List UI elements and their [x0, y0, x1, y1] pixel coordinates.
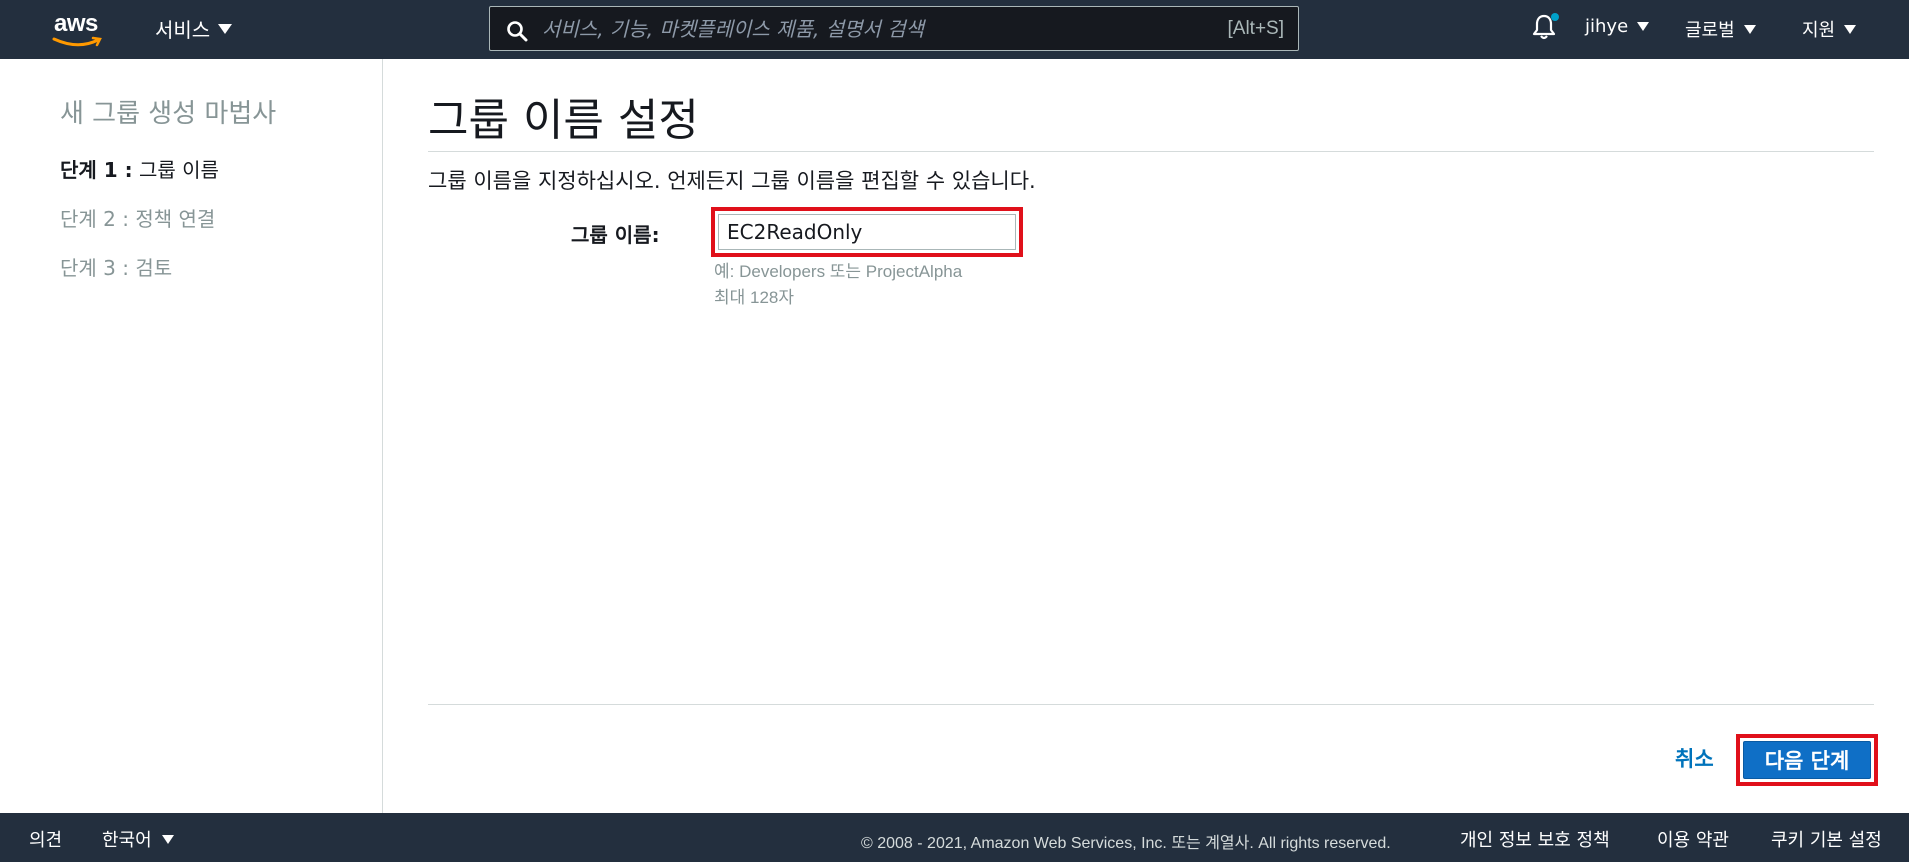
user-label: jihye: [1585, 16, 1629, 37]
step-prefix: 단계 3 :: [60, 256, 129, 280]
search-input[interactable]: [542, 15, 1192, 43]
region-menu[interactable]: 글로벌: [1685, 16, 1756, 42]
wizard-step-1[interactable]: 단계 1 : 그룹 이름: [60, 154, 219, 183]
step-label: 정책 연결: [135, 207, 216, 231]
wizard-sidebar: 새 그룹 생성 마법사 단계 1 : 그룹 이름 단계 2 : 정책 연결 단계…: [0, 59, 383, 813]
services-label: 서비스: [155, 18, 211, 42]
terms-link[interactable]: 이용 약관: [1657, 826, 1729, 852]
caret-down-icon: [1743, 24, 1756, 34]
top-navigation-bar: aws 서비스 [Alt+S] jihye 글로벌 지원: [0, 0, 1909, 59]
title-divider: [428, 151, 1874, 152]
caret-down-icon: [1637, 22, 1650, 31]
group-name-input[interactable]: [718, 214, 1016, 250]
support-menu[interactable]: 지원: [1802, 16, 1857, 42]
feedback-link[interactable]: 의견: [29, 826, 62, 852]
notifications-button[interactable]: [1531, 13, 1559, 45]
language-selector[interactable]: 한국어: [102, 826, 174, 852]
region-label: 글로벌: [1685, 20, 1735, 41]
aws-logo[interactable]: aws: [52, 10, 108, 47]
step-label: 그룹 이름: [139, 158, 219, 182]
wizard-title: 새 그룹 생성 마법사: [60, 99, 277, 129]
privacy-policy-link[interactable]: 개인 정보 보호 정책: [1460, 826, 1610, 852]
group-name-max-length-hint: 최대 128자: [714, 288, 795, 307]
privacy-label: 개인 정보 보호 정책: [1460, 830, 1610, 851]
step-label: 검토: [135, 256, 173, 280]
cookies-label: 쿠키 기본 설정: [1771, 830, 1882, 851]
cookie-preferences-link[interactable]: 쿠키 기본 설정: [1771, 826, 1882, 852]
cancel-link[interactable]: 취소: [1675, 743, 1714, 773]
group-name-example-hint: 예: Developers 또는 ProjectAlpha: [714, 262, 963, 281]
group-name-label: 그룹 이름:: [571, 223, 660, 247]
notification-dot: [1551, 13, 1559, 21]
step-prefix: 단계 2 :: [60, 207, 129, 231]
aws-smile-icon: [52, 36, 102, 47]
next-step-highlight: 다음 단계: [1736, 734, 1878, 786]
wizard-step-3[interactable]: 단계 3 : 검토: [60, 252, 172, 281]
aws-logo-text: aws: [54, 10, 98, 37]
page-title: 그룹 이름 설정: [428, 95, 699, 146]
next-step-button[interactable]: 다음 단계: [1743, 741, 1871, 779]
caret-down-icon: [218, 23, 233, 34]
search-shortcut-hint: [Alt+S]: [1227, 18, 1285, 39]
services-menu[interactable]: 서비스: [155, 14, 233, 43]
user-menu[interactable]: jihye: [1585, 16, 1650, 37]
search-bar[interactable]: [Alt+S]: [489, 6, 1299, 51]
wizard-step-2[interactable]: 단계 2 : 정책 연결: [60, 203, 215, 232]
language-label: 한국어: [102, 830, 152, 851]
footer-bar: 의견 한국어 © 2008 - 2021, Amazon Web Service…: [0, 813, 1909, 862]
page-description: 그룹 이름을 지정하십시오. 언제든지 그룹 이름을 편집할 수 있습니다.: [428, 169, 1036, 193]
terms-label: 이용 약관: [1657, 830, 1729, 851]
copyright-text: © 2008 - 2021, Amazon Web Services, Inc.…: [861, 835, 1391, 852]
caret-down-icon: [1844, 24, 1857, 34]
caret-down-icon: [161, 834, 174, 844]
actions-divider: [428, 704, 1874, 705]
group-name-highlight: [711, 207, 1023, 257]
feedback-label: 의견: [29, 830, 63, 851]
support-label: 지원: [1802, 20, 1836, 41]
step-prefix: 단계 1 :: [60, 158, 133, 182]
search-icon: [507, 21, 528, 42]
